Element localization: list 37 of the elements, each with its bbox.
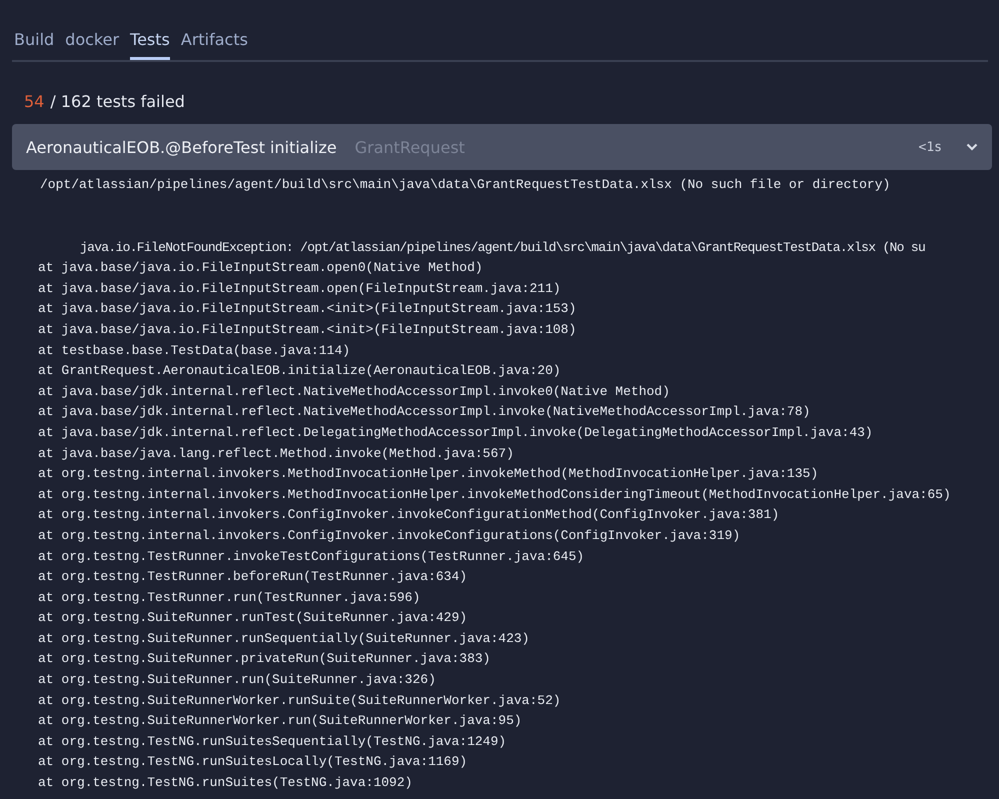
stack-trace-line: at org.testng.TestRunner.run(TestRunner.java:596)	[37, 588, 422, 607]
stack-trace-line: at java.base/java.io.FileInputStream.open(FileInputStream.java:211)	[37, 280, 562, 298]
stack-trace-line: at org.testng.SuiteRunner.runTest(SuiteRunner.java:429)	[37, 609, 468, 628]
stack-trace-line: at org.testng.TestNG.runSuitesSequentially(TestNG.java:1249)	[37, 732, 508, 751]
stack-trace-line: at java.base/java.io.FileInputStream.<init>(FileInputStream.java:153)	[37, 300, 578, 318]
tab[interactable]: Tests	[130, 28, 170, 60]
stack-trace-line: at java.base/jdk.internal.reflect.DelegatingMethodAccessorImpl.invoke(DelegatingMethodAccessorImpl.java:43)	[37, 424, 874, 442]
stack-trace-line: at org.testng.SuiteRunnerWorker.run(SuiteRunnerWorker.java:95)	[37, 712, 523, 730]
stack-trace-line: at org.testng.SuiteRunner.runSequentially(SuiteRunner.java:423)	[37, 630, 530, 648]
stack-trace-line: at java.base/jdk.internal.reflect.NativeMethodAccessorImpl.invoke(NativeMethodAccessorImpl.java:78)	[37, 403, 812, 422]
stack-trace-line: at org.testng.SuiteRunner.run(SuiteRunner.java:326)	[37, 671, 437, 690]
stack-trace-line: at GrantRequest.AeronauticalEOB.initialize(AeronauticalEOB.java:20)	[37, 362, 562, 380]
stack-trace-line: at org.testng.internal.invokers.ConfigInvoker.invokeConfigurations(ConfigInvoker.java:319)	[37, 526, 742, 545]
tab[interactable]: Build	[14, 28, 54, 60]
stack-trace-line: at org.testng.internal.invokers.MethodInvocationHelper.invokeMethodConsideringTimeout(MethodInvocationHelper.java:65)	[37, 486, 952, 504]
stack-trace-line: at org.testng.internal.invokers.MethodInvocationHelper.invokeMethod(MethodInvocationHelper.java:135)	[37, 465, 820, 484]
stack-trace-line: at java.base/jdk.internal.reflect.NativeMethodAccessorImpl.invoke0(Native Method)	[37, 382, 671, 401]
stack-trace-line: at testbase.base.TestData(base.java:114)	[37, 342, 352, 360]
stack-trace-line: at org.testng.TestNG.runSuitesLocally(TestNG.java:1169)	[37, 753, 468, 772]
stack-trace-line: at java.base/java.io.FileInputStream.<init>(FileInputStream.java:108)	[37, 320, 578, 339]
stack-trace-line: at org.testng.SuiteRunnerWorker.runSuite(SuiteRunnerWorker.java:52)	[37, 692, 562, 710]
tab[interactable]: Artifacts	[180, 28, 248, 60]
test-duration: <1s	[918, 140, 942, 154]
exception-line: java.io.FileNotFoundException: /opt/atlassian/pipelines/agent/build\src\main\java\data\GrantRequestTestData.xlsx (No su	[79, 238, 926, 257]
stack-trace-line: at org.testng.TestRunner.beforeRun(TestRunner.java:634)	[37, 568, 468, 586]
stack-trace-line: at java.base/java.lang.reflect.Method.invoke(Method.java:567)	[37, 444, 515, 463]
test-name: AeronauticalEOB.@BeforeTest initialize	[26, 138, 337, 156]
stack-trace-line: at org.testng.internal.invokers.ConfigInvoker.invokeConfigurationMethod(ConfigInvoker.java:381)	[37, 506, 780, 524]
tab[interactable]: docker	[65, 28, 120, 60]
stack-trace-line: at java.base/java.io.FileInputStream.open0(Native Method)	[37, 259, 484, 278]
stack-trace-line: at org.testng.SuiteRunner.privateRun(SuiteRunner.java:383)	[37, 650, 492, 668]
stack-trace-line: at org.testng.TestNG.runSuites(TestNG.java:1092)	[37, 774, 414, 792]
error-message: /opt/atlassian/pipelines/agent/build\src\main\java\data\GrantRequestTestData.xlsx (No such file or directory)	[39, 176, 892, 194]
stack-trace-line: at org.testng.TestRunner.invokeTestConfigurations(TestRunner.java:645)	[37, 548, 586, 566]
total-tests-text: / 162 tests failed	[50, 92, 185, 111]
failed-count: 54	[24, 92, 44, 111]
chevron-icon	[966, 143, 978, 151]
